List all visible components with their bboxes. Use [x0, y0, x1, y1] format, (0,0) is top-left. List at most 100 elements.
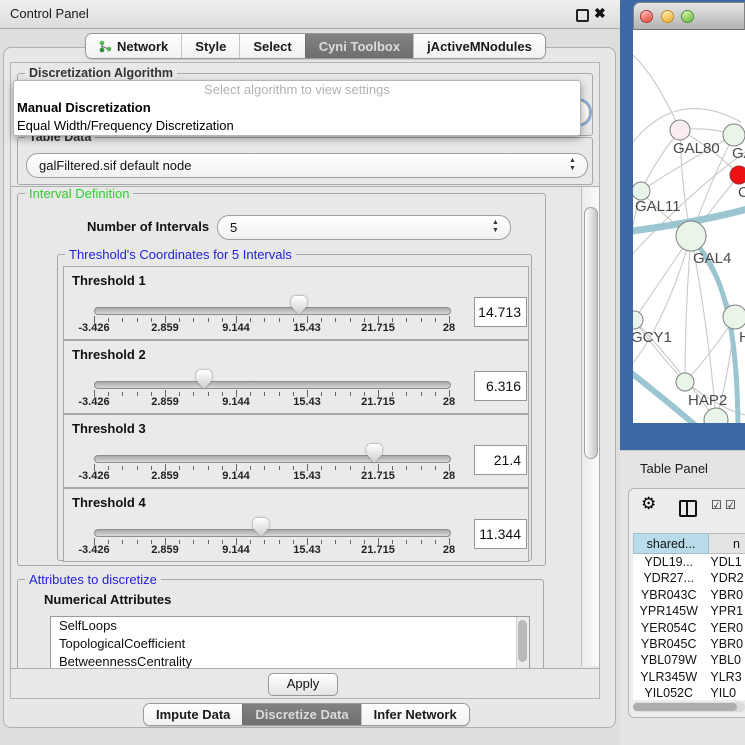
network-node-gcy1[interactable] [633, 311, 643, 329]
tab-label: jActiveMNodules [427, 39, 532, 54]
dropdown-placeholder-option[interactable]: Select algorithm to view settings [14, 81, 580, 99]
gear-icon[interactable]: ⚙ [641, 494, 656, 514]
network-node-gal4[interactable] [676, 221, 706, 251]
table-data-combobox-value: galFiltered.sif default node [39, 154, 191, 177]
tick-mark [193, 318, 194, 322]
tab-network[interactable]: Network [86, 34, 181, 58]
numerical-attributes-list[interactable]: SelfLoopsTopologicalCoefficientBetweenne… [50, 616, 530, 669]
dropdown-option-0[interactable]: Manual Discretization [14, 99, 580, 117]
column-header-0[interactable]: shared... [633, 533, 709, 554]
table-row[interactable]: YBR043CYBR0 [633, 587, 745, 603]
threshold-value-field[interactable]: 21.4 [474, 445, 527, 475]
tick-mark [350, 392, 351, 396]
table-cell: YER054C [633, 620, 704, 636]
threshold-slider-track[interactable] [94, 307, 451, 315]
threshold-slider-handle[interactable] [196, 370, 212, 389]
tick-mark [250, 540, 251, 544]
checked-checkbox-icon[interactable]: ☑ [711, 498, 722, 512]
threshold-value-field[interactable]: 6.316 [474, 371, 527, 401]
split-columns-icon[interactable] [679, 500, 697, 517]
scrollbar-thumb[interactable] [633, 703, 737, 711]
tab-infer-network[interactable]: Infer Network [361, 704, 469, 725]
interval-definition-group: Interval Definition Number of Intervals … [17, 193, 546, 566]
network-node-hap2[interactable] [676, 373, 694, 391]
tab-jactivemnodules[interactable]: jActiveMNodules [413, 34, 545, 58]
tick-mark [193, 540, 194, 544]
threshold-label: Threshold 2 [72, 347, 146, 362]
node-label: GAL4 [693, 250, 731, 267]
tick-label: 2.859 [151, 396, 179, 408]
network-node-h[interactable] [723, 305, 745, 329]
network-window-titlebar[interactable] [633, 2, 745, 30]
network-node-gal80[interactable] [670, 120, 690, 140]
tick-mark [350, 540, 351, 544]
table-horizontal-scrollbar[interactable] [633, 702, 745, 712]
table-row[interactable]: YBR045CYBR0 [633, 636, 745, 652]
combobox-arrows-icon: ▲▼ [491, 219, 500, 235]
tick-mark [406, 318, 407, 322]
table-data-combobox[interactable]: galFiltered.sif default node ▲▼ [26, 153, 588, 178]
attribute-item[interactable]: SelfLoops [51, 617, 529, 635]
attributes-scrollbar[interactable] [516, 617, 529, 669]
threshold-slider-handle[interactable] [291, 296, 307, 315]
network-node-c[interactable] [730, 166, 745, 184]
tick-label: -3.426 [78, 322, 109, 334]
threshold-value-field[interactable]: 14.713 [474, 297, 527, 327]
column-header-1[interactable]: n [709, 533, 745, 554]
threshold-slider-track[interactable] [94, 381, 451, 389]
tab-discretize-data[interactable]: Discretize Data [242, 704, 360, 725]
table-row[interactable]: YLR345WYLR3 [633, 669, 745, 685]
node-label: GA [732, 145, 745, 162]
threshold-slider-track[interactable] [94, 455, 451, 463]
table-cell: YIL052C [633, 685, 704, 700]
tick-mark [321, 392, 322, 396]
threshold-slider-handle[interactable] [253, 518, 269, 537]
table-row[interactable]: YDR27...YDR2 [633, 570, 745, 586]
attribute-item[interactable]: TopologicalCoefficient [51, 635, 529, 653]
tab-select[interactable]: Select [239, 34, 304, 58]
dropdown-option-1[interactable]: Equal Width/Frequency Discretization [14, 117, 580, 135]
attribute-item[interactable]: BetweennessCentrality [51, 653, 529, 669]
tick-label: 28 [443, 322, 455, 334]
table-row[interactable]: YDL19...YDL1 [633, 554, 745, 570]
table-cell: YDR27... [633, 570, 704, 586]
checked-checkbox-icon[interactable]: ☑ [725, 498, 736, 512]
table-row[interactable]: YPR145WYPR1 [633, 603, 745, 619]
main-scrollbar[interactable] [581, 187, 599, 666]
discretization-algorithm-group-title: Discretization Algorithm [25, 66, 177, 80]
close-icon[interactable]: ✖ [594, 5, 606, 22]
minimize-traffic-light-icon[interactable] [661, 10, 674, 23]
tick-mark [435, 318, 436, 322]
network-node-ga[interactable] [723, 124, 745, 146]
table-row[interactable]: YER054CYER0 [633, 620, 745, 636]
tick-label: 28 [443, 396, 455, 408]
control-panel-titlebar: Control Panel ✖ [0, 0, 620, 29]
table-panel: ⚙ ☑ ☑ shared...n YDL19...YDL1YDR27...YDR… [628, 488, 745, 718]
tab-impute-data[interactable]: Impute Data [144, 704, 242, 725]
number-of-intervals-combobox[interactable]: 5 ▲▼ [217, 215, 511, 240]
tick-mark [321, 540, 322, 544]
threshold-value-field[interactable]: 11.344 [474, 519, 527, 549]
table-row[interactable]: YBL079WYBL0 [633, 652, 745, 668]
network-view-window: GAL80GACGAL11GAL4GCY1HHAP2 [633, 2, 745, 423]
table-row[interactable]: YIL052CYIL0 [633, 685, 745, 700]
tick-mark [250, 466, 251, 470]
node-label: H [739, 329, 745, 346]
float-window-icon[interactable] [576, 9, 589, 22]
threshold-slider-track[interactable] [94, 529, 451, 537]
network-node[interactable] [704, 408, 728, 423]
zoom-traffic-light-icon[interactable] [681, 10, 694, 23]
tab-style[interactable]: Style [181, 34, 239, 58]
tick-mark [250, 392, 251, 396]
apply-button[interactable]: Apply [268, 673, 338, 696]
tab-cyni-toolbox[interactable]: Cyni Toolbox [305, 34, 413, 58]
tick-label: 15.43 [293, 544, 321, 556]
tick-label: 2.859 [151, 544, 179, 556]
tick-mark [435, 540, 436, 544]
node-label: HAP2 [688, 392, 727, 409]
network-canvas[interactable]: GAL80GACGAL11GAL4GCY1HHAP2 [633, 30, 745, 423]
scrollbar-thumb[interactable] [518, 620, 527, 662]
scrollbar-thumb[interactable] [584, 207, 598, 459]
close-traffic-light-icon[interactable] [640, 10, 653, 23]
threshold-slider-handle[interactable] [366, 444, 382, 463]
